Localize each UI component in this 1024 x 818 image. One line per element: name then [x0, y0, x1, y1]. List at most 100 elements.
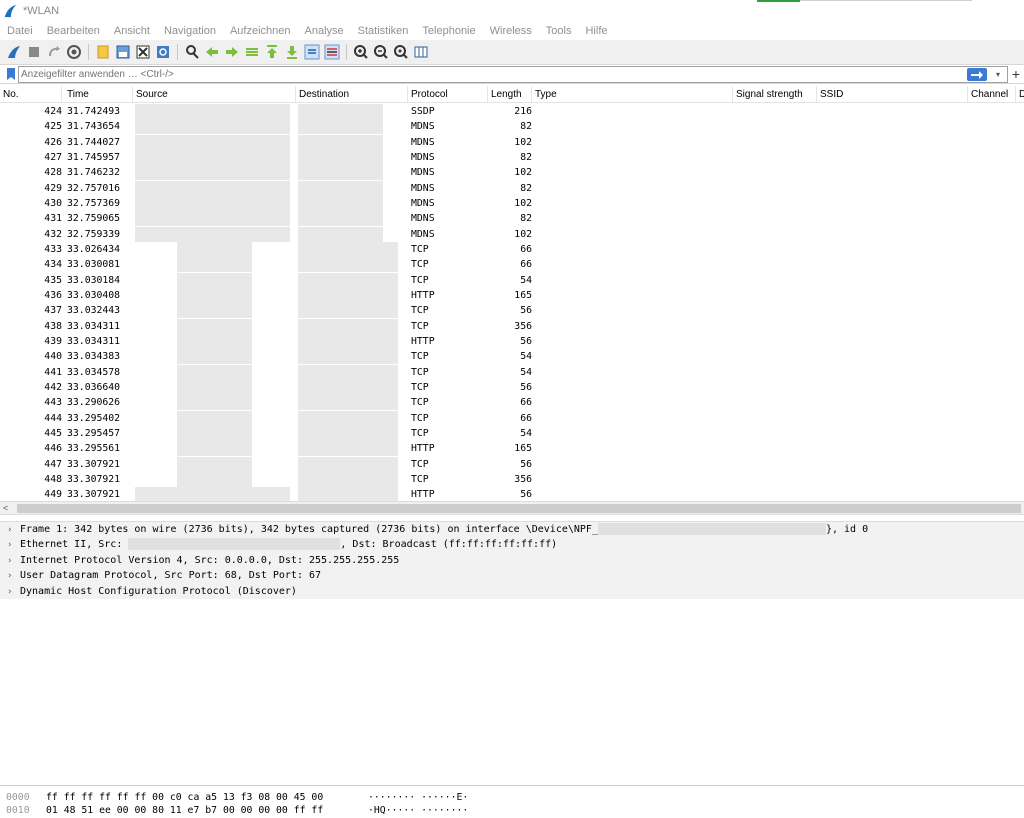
restart-capture-button[interactable] — [46, 44, 62, 60]
detail-row-ethernet[interactable]: › Ethernet II, Src: , Dst: Broadcast (ff:… — [0, 537, 1024, 553]
packet-row[interactable]: 443 33.290626 TCP 66 — [0, 395, 1024, 411]
zoom-in-button[interactable] — [353, 44, 369, 60]
gear-icon — [67, 45, 81, 59]
packet-time: 31.742493 — [67, 106, 121, 117]
scroll-left-icon[interactable]: < — [3, 502, 8, 515]
zoom-out-button[interactable] — [373, 44, 389, 60]
detail-row-udp[interactable]: › User Datagram Protocol, Src Port: 68, D… — [0, 568, 1024, 584]
chevron-right-icon[interactable]: › — [7, 538, 20, 553]
menu-ansicht[interactable]: Ansicht — [114, 25, 150, 37]
packet-row[interactable]: 447 33.307921 TCP 56 — [0, 456, 1024, 472]
start-capture-button[interactable] — [6, 44, 22, 60]
go-to-packet-button[interactable] — [244, 44, 260, 60]
packet-row[interactable]: 426 31.744027 MDNS 102 — [0, 134, 1024, 150]
save-file-button[interactable] — [115, 44, 131, 60]
packet-time: 32.757369 — [67, 197, 121, 209]
open-file-button[interactable] — [95, 44, 111, 60]
menu-bearbeiten[interactable]: Bearbeiten — [47, 25, 100, 37]
column-header-type[interactable]: Type — [532, 86, 733, 103]
bookmark-icon[interactable] — [4, 67, 18, 81]
packet-row[interactable]: 434 33.030081 TCP 66 — [0, 257, 1024, 273]
column-header-destination[interactable]: Destination — [296, 86, 408, 103]
menu-tools[interactable]: Tools — [546, 25, 572, 37]
packet-row[interactable]: 431 32.759065 MDNS 82 — [0, 211, 1024, 227]
stop-capture-button[interactable] — [26, 44, 42, 60]
packet-row[interactable]: 436 33.030408 HTTP 165 — [0, 287, 1024, 303]
packet-row[interactable]: 438 33.034311 TCP 356 — [0, 318, 1024, 334]
packet-row[interactable]: 424 31.742493 SSDP 216 — [0, 104, 1024, 119]
go-back-button[interactable] — [204, 44, 220, 60]
reload-icon — [157, 46, 169, 58]
menu-analyse[interactable]: Analyse — [305, 25, 344, 37]
menu-hilfe[interactable]: Hilfe — [585, 25, 607, 37]
redacted-address — [135, 149, 290, 165]
last-packet-button[interactable] — [284, 44, 300, 60]
column-header-channel[interactable]: Channel — [968, 86, 1016, 103]
redacted-address — [298, 487, 398, 501]
packet-row[interactable]: 432 32.759339 MDNS 102 — [0, 226, 1024, 242]
title-bar: *WLAN — [0, 0, 1024, 22]
packet-row[interactable]: 448 33.307921 TCP 356 — [0, 471, 1024, 487]
go-forward-button[interactable] — [224, 44, 240, 60]
bytes-offset: 0010 — [6, 805, 30, 816]
chevron-right-icon[interactable]: › — [7, 554, 20, 569]
column-header-ssid[interactable]: SSID — [817, 86, 968, 103]
zoom-reset-button[interactable] — [393, 44, 409, 60]
menu-datei[interactable]: Datei — [7, 25, 33, 37]
menu-navigation[interactable]: Navigation — [164, 25, 216, 37]
first-packet-button[interactable] — [264, 44, 280, 60]
packet-row[interactable]: 445 33.295457 TCP 54 — [0, 425, 1024, 441]
resize-columns-button[interactable] — [413, 44, 429, 60]
add-filter-button[interactable]: + — [1010, 66, 1022, 83]
detail-row-ip[interactable]: › Internet Protocol Version 4, Src: 0.0.0… — [0, 552, 1024, 569]
apply-filter-button[interactable] — [967, 68, 987, 81]
packet-protocol: TCP — [411, 274, 429, 286]
menu-telephonie[interactable]: Telephonie — [422, 25, 475, 37]
capture-options-button[interactable] — [66, 44, 82, 60]
chevron-right-icon[interactable]: › — [7, 585, 20, 600]
scroll-thumb[interactable] — [17, 504, 1021, 513]
packet-row[interactable]: 433 33.026434 TCP 66 — [0, 241, 1024, 257]
detail-row-frame[interactable]: › Frame 1: 342 bytes on wire (2736 bits),… — [0, 522, 1024, 538]
reload-file-button[interactable] — [155, 44, 171, 60]
packet-row[interactable]: 437 33.032443 TCP 56 — [0, 303, 1024, 319]
bytes-row[interactable]: 0010 01 48 51 ee 00 00 80 11 e7 b7 00 00… — [0, 804, 1024, 817]
packet-row[interactable]: 440 33.034383 TCP 54 — [0, 349, 1024, 365]
column-header-protocol[interactable]: Protocol — [408, 86, 488, 103]
bytes-row[interactable]: 0000 ff ff ff ff ff ff 00 c0 ca a5 13 f3… — [0, 791, 1024, 804]
chevron-right-icon[interactable]: › — [7, 523, 20, 538]
display-filter-input[interactable] — [18, 66, 1008, 83]
find-packet-button[interactable] — [184, 44, 200, 60]
packet-row[interactable]: 425 31.743654 MDNS 82 — [0, 119, 1024, 135]
detail-row-dhcp[interactable]: › Dynamic Host Configuration Protocol (Di… — [0, 583, 1024, 600]
packet-no: 429 — [44, 182, 62, 194]
column-header-d[interactable]: D — [1016, 86, 1024, 103]
packet-row[interactable]: 441 33.034578 TCP 54 — [0, 364, 1024, 380]
menu-aufzeichnen[interactable]: Aufzeichnen — [230, 25, 291, 37]
column-header-no[interactable]: No. — [0, 86, 62, 103]
packet-row[interactable]: 428 31.746232 MDNS 102 — [0, 165, 1024, 181]
packet-row[interactable]: 435 33.030184 TCP 54 — [0, 272, 1024, 288]
chevron-right-icon[interactable]: › — [7, 569, 20, 584]
packet-row[interactable]: 427 31.745957 MDNS 82 — [0, 149, 1024, 165]
packet-no: 430 — [44, 197, 62, 209]
packet-row[interactable]: 442 33.036640 TCP 56 — [0, 379, 1024, 395]
packet-list-hscrollbar[interactable]: < — [0, 501, 1024, 515]
menu-wireless[interactable]: Wireless — [490, 25, 532, 37]
column-header-length[interactable]: Length — [488, 86, 532, 103]
packet-row[interactable]: 449 33.307921 HTTP 56 — [0, 487, 1024, 501]
packet-row[interactable]: 429 32.757016 MDNS 82 — [0, 180, 1024, 196]
redacted-address — [298, 441, 398, 457]
autoscroll-button[interactable] — [304, 44, 320, 60]
packet-row[interactable]: 446 33.295561 HTTP 165 — [0, 441, 1024, 457]
filter-history-dropdown[interactable]: ▾ — [992, 68, 1004, 81]
column-header-source[interactable]: Source — [133, 86, 296, 103]
menu-statistiken[interactable]: Statistiken — [358, 25, 409, 37]
column-header-signal-strength[interactable]: Signal strength — [733, 86, 817, 103]
column-header-time[interactable]: Time — [64, 86, 133, 103]
packet-row[interactable]: 444 33.295402 TCP 66 — [0, 410, 1024, 426]
close-file-button[interactable] — [135, 44, 151, 60]
packet-row[interactable]: 430 32.757369 MDNS 102 — [0, 195, 1024, 211]
packet-row[interactable]: 439 33.034311 HTTP 56 — [0, 333, 1024, 349]
colorize-button[interactable] — [324, 44, 340, 60]
